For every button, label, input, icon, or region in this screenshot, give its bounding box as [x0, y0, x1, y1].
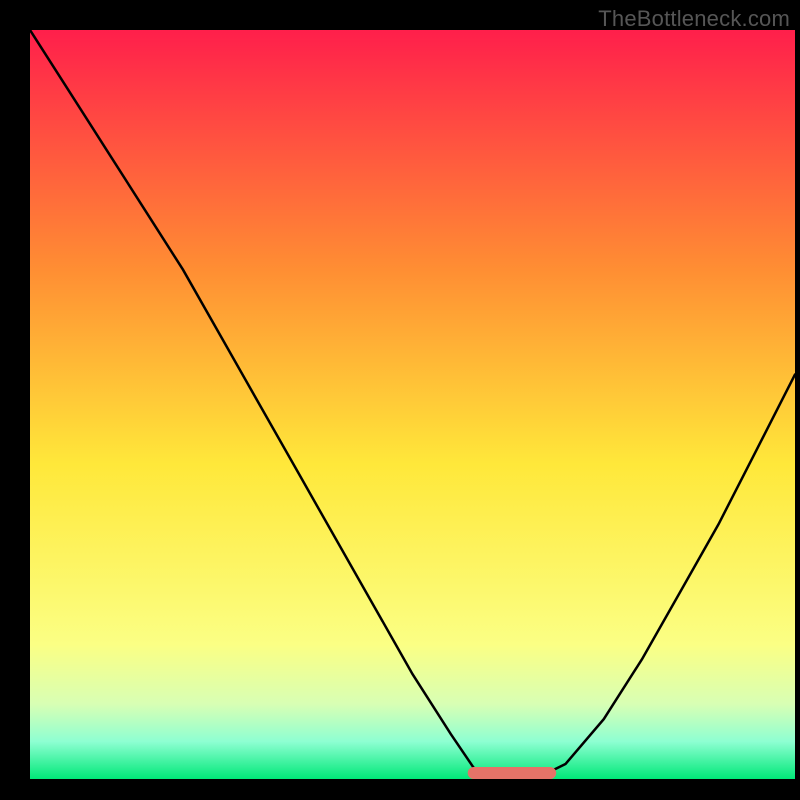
watermark-text: TheBottleneck.com — [598, 6, 790, 32]
chart-container: { "watermark": "TheBottleneck.com", "col… — [0, 0, 800, 800]
gradient-background — [30, 30, 795, 779]
bottleneck-chart — [0, 0, 800, 800]
